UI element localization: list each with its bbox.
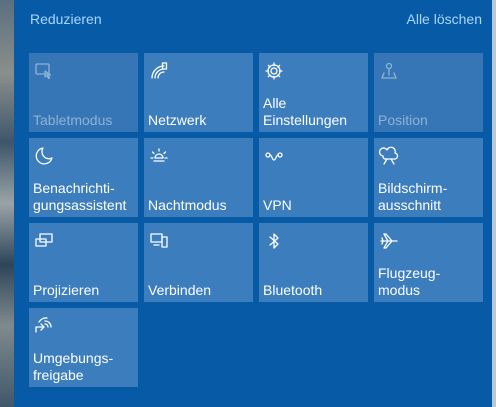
tile-label: Position (378, 112, 428, 128)
vpn-icon (264, 146, 284, 166)
tile-label: Bildschirm- ausschnitt (378, 180, 448, 213)
location-icon (379, 61, 399, 81)
tile-label: Umgebungs- freigabe (33, 350, 114, 383)
brightness-icon (149, 146, 169, 166)
tile-label: Projizieren (33, 282, 100, 298)
tile-label: Alle Einstellungen (263, 95, 348, 128)
connect-icon (149, 231, 169, 251)
bluetooth-icon (264, 231, 284, 251)
tile-night-light[interactable]: Nachtmodus (144, 138, 253, 217)
network-icon (149, 61, 169, 81)
tile-label: VPN (263, 197, 292, 213)
tile-label: Nachtmodus (148, 197, 227, 213)
tile-project[interactable]: Projizieren (29, 223, 138, 302)
tile-label: Flugzeug- modus (378, 265, 441, 298)
airplane-icon (379, 231, 399, 251)
panel-border (492, 0, 496, 407)
clear-all-notifications-link[interactable]: Alle löschen (407, 11, 483, 27)
tile-airplane-mode[interactable]: Flugzeug- modus (374, 223, 483, 302)
nearby-sharing-icon (34, 316, 54, 336)
tablet-mode-icon (34, 61, 54, 81)
tile-bluetooth[interactable]: Bluetooth (259, 223, 368, 302)
tile-label: Tabletmodus (33, 112, 113, 128)
tile-connect[interactable]: Verbinden (144, 223, 253, 302)
tile-location[interactable]: Position (374, 53, 483, 132)
tile-all-settings[interactable]: Alle Einstellungen (259, 53, 368, 132)
tile-network[interactable]: Netzwerk (144, 53, 253, 132)
tile-screen-snip[interactable]: Bildschirm- ausschnitt (374, 138, 483, 217)
screen-snip-icon (379, 146, 399, 166)
tile-tablet-mode[interactable]: Tabletmodus (29, 53, 138, 132)
tile-focus-assist[interactable]: Benachrichti- gungsassistent (29, 138, 138, 217)
tile-label: Verbinden (148, 282, 212, 298)
desktop-wallpaper-edge (0, 0, 14, 407)
tile-nearby-sharing[interactable]: Umgebungs- freigabe (29, 308, 138, 387)
tile-label: Bluetooth (263, 282, 323, 298)
tile-label: Benachrichti- gungsassistent (33, 180, 127, 213)
collapse-link[interactable]: Reduzieren (30, 11, 102, 27)
tile-vpn[interactable]: VPN (259, 138, 368, 217)
project-icon (34, 231, 54, 251)
tile-label: Netzwerk (148, 112, 207, 128)
gear-icon (264, 61, 284, 81)
moon-icon (34, 146, 54, 166)
